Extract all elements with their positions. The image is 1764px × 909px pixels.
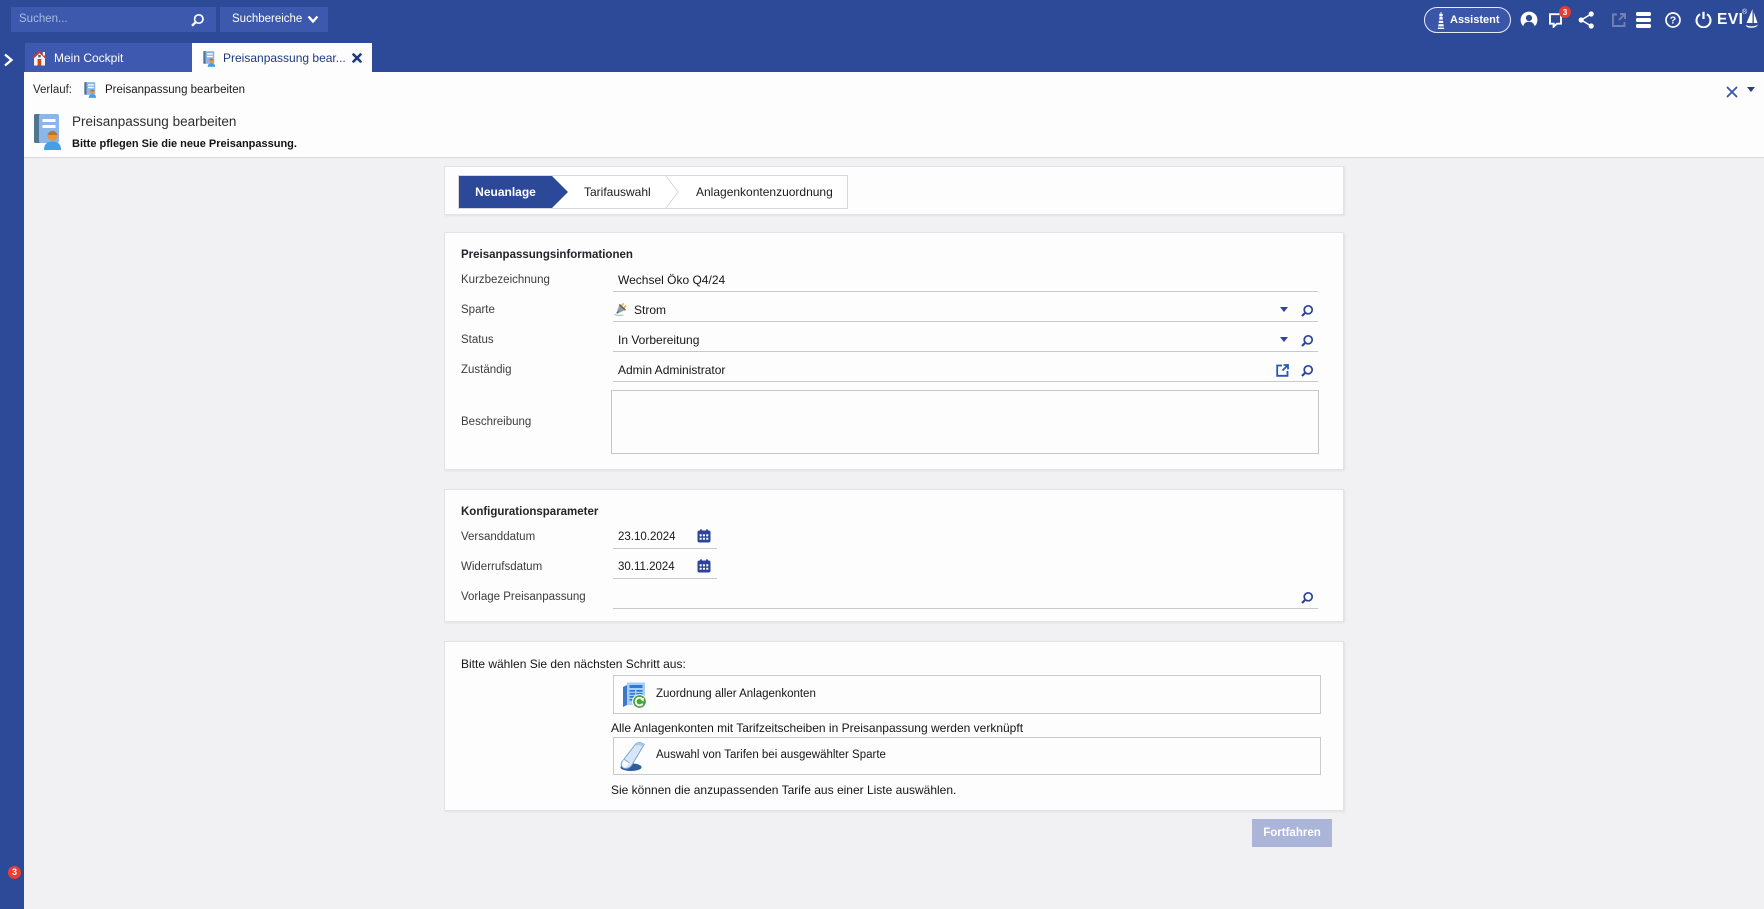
svg-text:?: ? xyxy=(1670,15,1676,27)
